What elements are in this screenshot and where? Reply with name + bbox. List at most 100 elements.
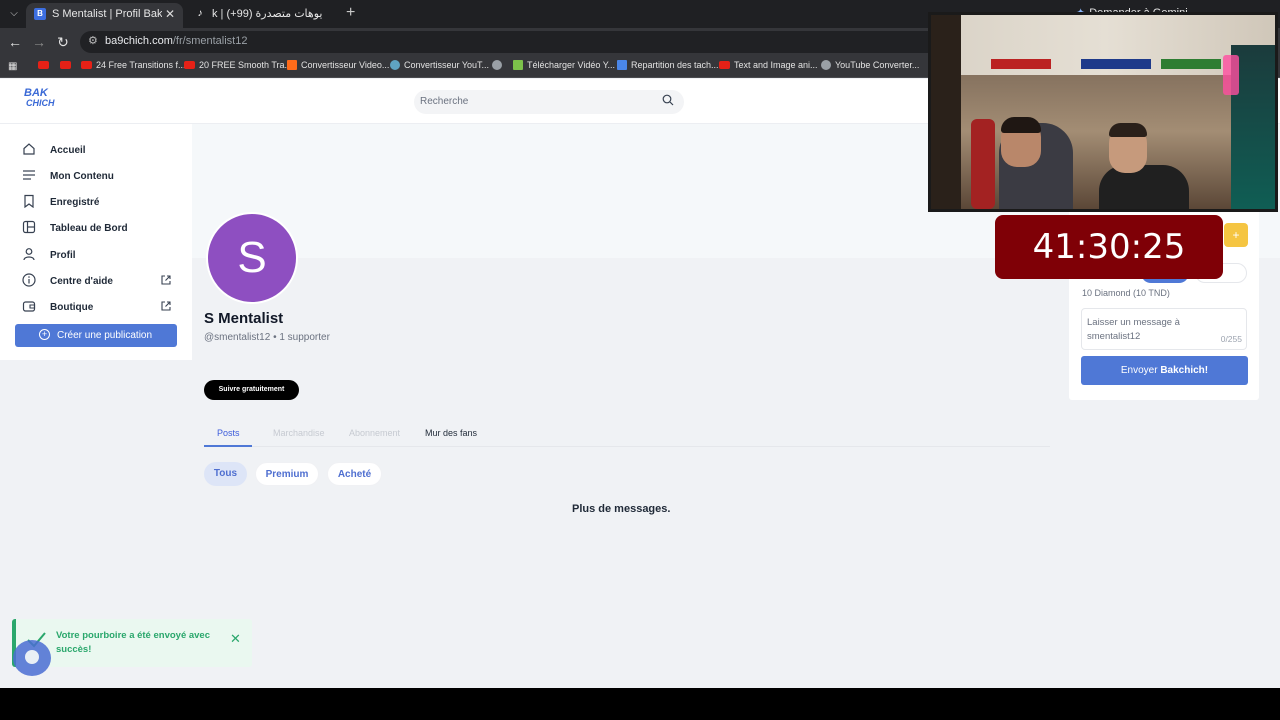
bookmark-item[interactable]: 24 Free Transitions f...	[81, 60, 186, 70]
tiktok-icon: ♪	[197, 8, 203, 19]
bookmark-item[interactable]	[38, 60, 53, 70]
webcam-flag	[991, 59, 1051, 69]
create-post-button[interactable]: + Créer une publication	[15, 324, 177, 347]
message-placeholder: Laisser un message à smentalist12	[1087, 317, 1180, 342]
filter-achete[interactable]: Acheté	[327, 462, 382, 486]
sidebar-item-label: Profil	[50, 250, 76, 261]
follow-free-button[interactable]: Suivre gratuitement	[204, 380, 299, 400]
forward-arrow-icon[interactable]: →	[31, 34, 47, 50]
webcam-flag	[1081, 59, 1151, 69]
bookmark-label: Repartition des tach...	[631, 60, 719, 70]
bookmark-label: YouTube Converter...	[835, 60, 920, 70]
bookmark-label: Convertisseur Video...	[301, 60, 390, 70]
webcam-flag	[1161, 59, 1221, 69]
url-text: ba9chich.com/fr/smentalist12	[105, 35, 247, 47]
close-icon[interactable]: ✕	[230, 631, 241, 647]
user-icon	[23, 248, 35, 261]
bookmark-label: 20 FREE Smooth Tra...	[199, 60, 293, 70]
close-tab-icon[interactable]: ✕	[165, 3, 175, 25]
char-counter: 0/255	[1220, 334, 1242, 344]
bookmark-item[interactable]: 20 FREE Smooth Tra...	[184, 60, 292, 70]
bookmark-label: Text and Image ani...	[734, 60, 818, 70]
site-info-icon[interactable]: ⚙	[88, 34, 98, 47]
bookmark-item[interactable]: Repartition des tach...	[617, 60, 719, 70]
address-bar[interactable]: ⚙ ba9chich.com/fr/smentalist12	[80, 31, 940, 53]
docs-icon	[617, 60, 627, 70]
webcam-person-hair	[1109, 123, 1147, 137]
bakchich-logo[interactable]: BAK CHICH	[24, 88, 56, 112]
active-tab-indicator	[204, 445, 252, 447]
logo-line-1: BAK	[24, 87, 48, 99]
bookmark-label: Convertisseur YouT...	[404, 60, 490, 70]
bottom-black-bar	[0, 688, 1280, 720]
create-post-label: Créer une publication	[57, 330, 153, 341]
url-host: ba9chich.com	[105, 35, 173, 47]
sidebar-item-label: Tableau de Bord	[50, 223, 128, 234]
no-more-posts-text: Plus de messages.	[572, 503, 671, 515]
sidebar-item-label: Boutique	[50, 302, 94, 313]
tab-marchandise[interactable]: Marchandise	[273, 428, 325, 438]
info-icon	[22, 273, 36, 287]
search-placeholder: Recherche	[420, 96, 469, 107]
profile-tabs: Posts Marchandise Abonnement Mur des fan…	[204, 424, 1050, 447]
tab-title: k | شاهد فيديوهات متصدرة (99+)	[212, 8, 322, 20]
bookmark-item[interactable]: Text and Image ani...	[719, 60, 818, 70]
bookmark-item[interactable]: YouTube Converter...	[821, 60, 919, 70]
search-icon[interactable]	[662, 94, 674, 106]
globe-icon	[390, 60, 400, 70]
search-input[interactable]: Recherche	[414, 90, 684, 114]
webcam-overlay	[928, 12, 1278, 212]
tab-inactive[interactable]: ♪ k | شاهد فيديوهات متصدرة (99+)	[186, 3, 336, 28]
sidebar-item-label: Enregistré	[50, 197, 100, 208]
tab-title: S Mentalist | Profil Bakchich | Ba	[52, 8, 162, 20]
tab-active[interactable]: B S Mentalist | Profil Bakchich | Ba ✕	[26, 3, 183, 28]
reload-icon[interactable]: ↻	[55, 34, 71, 50]
filter-premium[interactable]: Premium	[255, 462, 319, 486]
sidebar: Accueil Mon Contenu Enregistré Tableau d…	[0, 124, 192, 360]
home-icon	[23, 143, 35, 155]
youtube-icon	[81, 61, 92, 69]
url-path: /fr/smentalist12	[172, 35, 248, 47]
sidebar-item-label: Mon Contenu	[50, 171, 114, 182]
tab-mur-des-fans[interactable]: Mur des fans	[425, 428, 477, 438]
z-icon	[287, 60, 297, 70]
menu-lines-icon	[23, 170, 35, 180]
webcam-person-hair	[1001, 117, 1041, 133]
back-arrow-icon[interactable]: ←	[7, 34, 23, 50]
youtube-icon	[184, 61, 195, 69]
bookmark-item[interactable]: Convertisseur YouT...	[390, 60, 489, 70]
wallet-icon	[22, 301, 36, 312]
logo-line-2: CHICH	[26, 98, 55, 108]
stream-timer: 41:30:25	[995, 215, 1223, 279]
plus-circle-icon: +	[39, 329, 50, 340]
external-link-icon	[161, 301, 171, 311]
download-icon	[513, 60, 523, 70]
bookmark-item[interactable]: Télécharger Vidéo Y...	[513, 60, 615, 70]
chat-bubble-button[interactable]	[13, 640, 51, 676]
bookmark-icon	[24, 194, 34, 208]
bookmark-item[interactable]: Convertisseur Video...	[287, 60, 389, 70]
tab-abonnement[interactable]: Abonnement	[349, 428, 400, 438]
diamond-value-text: 10 Diamond (10 TND)	[1082, 288, 1170, 298]
bookmark-item[interactable]	[60, 60, 75, 70]
globe-icon	[821, 60, 831, 70]
send-bakchich-button[interactable]: Envoyer Bakchich!	[1081, 356, 1248, 385]
add-amount-button[interactable]: +	[1224, 223, 1248, 247]
webcam-neon	[1223, 55, 1239, 95]
youtube-icon	[60, 61, 71, 69]
youtube-icon	[719, 61, 730, 69]
apps-grid-icon[interactable]: ▦	[8, 61, 17, 72]
filter-tous[interactable]: Tous	[204, 462, 247, 486]
send-prefix: Envoyer	[1120, 365, 1161, 376]
tab-list-chevron-icon[interactable]: ⌵	[6, 6, 22, 22]
profile-handle: @smentalist12 • 1 supporter	[204, 332, 330, 343]
bookmark-item[interactable]	[492, 60, 506, 70]
tip-message-field[interactable]: Laisser un message à smentalist12 0/255	[1081, 308, 1247, 350]
globe-icon	[492, 60, 502, 70]
tab-posts[interactable]: Posts	[217, 428, 240, 438]
sidebar-item-label: Centre d'aide	[50, 276, 113, 287]
bakchich-favicon-icon: B	[34, 8, 46, 20]
sidebar-item-label: Accueil	[50, 145, 86, 156]
webcam-person-body	[1099, 165, 1189, 209]
new-tab-plus-icon[interactable]: +	[346, 4, 355, 22]
